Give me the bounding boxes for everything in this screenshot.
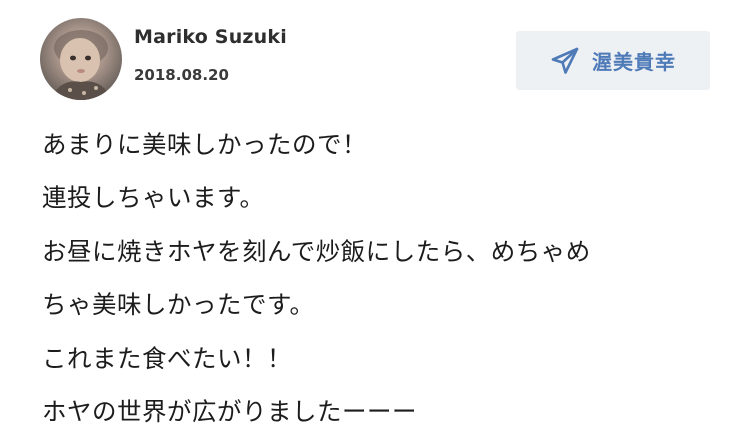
- message-line: これまた食べたい！！: [42, 343, 292, 373]
- send-to-user-button[interactable]: 渥美貴幸: [516, 31, 710, 90]
- post-date: 2018.08.20: [134, 66, 229, 84]
- paper-plane-icon: [550, 46, 580, 76]
- avatar-photo: [50, 30, 112, 100]
- author-avatar[interactable]: [40, 18, 122, 100]
- author-name[interactable]: Mariko Suzuki: [134, 26, 287, 48]
- message-line: ちゃ美味しかったです。: [42, 290, 315, 320]
- message-line: お昼に焼きホヤを刻んで炒飯にしたら、めちゃめ: [42, 236, 591, 266]
- post-card: Mariko Suzuki 2018.08.20 渥美貴幸 あまりに美味しかった…: [0, 0, 739, 443]
- send-button-label: 渥美貴幸: [592, 50, 676, 74]
- post-message: あまりに美味しかったので！ 連投しちゃいます。 お昼に焼きホヤを刻んで炒飯にした…: [42, 118, 722, 438]
- message-line: 連投しちゃいます。: [42, 183, 265, 213]
- message-line: あまりに美味しかったので！: [42, 130, 367, 159]
- message-line: ホヤの世界が広がりましたーーー: [42, 397, 417, 427]
